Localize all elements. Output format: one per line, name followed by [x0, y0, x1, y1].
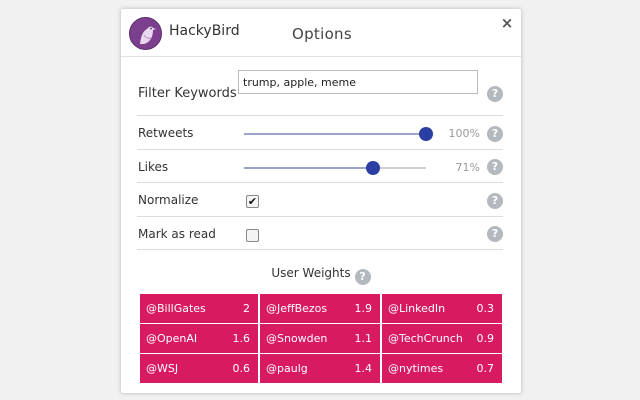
mark-as-read-row: Mark as read ?: [137, 217, 503, 250]
user-handle: @TechCrunch: [388, 332, 463, 345]
normalize-row: Normalize ✔ ?: [137, 183, 503, 217]
user-weight-cell[interactable]: @WSJ 0.6: [140, 354, 258, 383]
mark-as-read-checkbox[interactable]: [246, 229, 259, 242]
retweets-slider[interactable]: [244, 127, 433, 141]
user-weight-value: 0.3: [476, 302, 495, 315]
dialog-header: HackyBird Options ×: [121, 9, 521, 57]
retweets-percent: 100%: [448, 127, 480, 140]
app-name: HackyBird: [169, 23, 240, 39]
user-weight-cell[interactable]: @JeffBezos 1.9: [260, 294, 380, 323]
user-weight-value: 1.6: [232, 332, 251, 345]
bird-icon: [129, 17, 162, 50]
user-weight-value: 0.7: [476, 362, 495, 375]
user-weight-value: 1.9: [354, 302, 373, 315]
user-handle: @nytimes: [388, 362, 444, 375]
user-weight-cell[interactable]: @OpenAI 1.6: [140, 324, 258, 353]
retweets-label: Retweets: [138, 126, 194, 140]
help-icon[interactable]: ?: [487, 126, 503, 142]
help-icon[interactable]: ?: [487, 193, 503, 209]
user-weight-cell[interactable]: @paulg 1.4: [260, 354, 380, 383]
retweets-slider-thumb[interactable]: [419, 127, 433, 141]
normalize-checkbox[interactable]: ✔: [246, 195, 259, 208]
help-icon[interactable]: ?: [487, 159, 503, 175]
user-weights-title: User Weights: [271, 266, 351, 280]
user-handle: @paulg: [266, 362, 308, 375]
retweets-row: Retweets 100% ?: [137, 116, 503, 150]
help-icon[interactable]: ?: [354, 269, 371, 285]
dialog-title: Options: [292, 25, 352, 43]
close-icon[interactable]: ×: [498, 13, 516, 33]
filter-keywords-input[interactable]: [238, 70, 478, 94]
user-handle: @LinkedIn: [388, 302, 446, 315]
user-weight-value: 1.1: [354, 332, 373, 345]
user-handle: @WSJ: [146, 362, 179, 375]
help-icon[interactable]: ?: [487, 226, 503, 242]
filter-keywords-row: Filter Keywords ?: [137, 57, 503, 116]
user-weights-heading: User Weights?: [121, 266, 521, 285]
likes-percent: 71%: [455, 161, 480, 174]
help-icon[interactable]: ?: [487, 86, 503, 102]
user-weight-cell[interactable]: @BillGates 2: [140, 294, 258, 323]
user-weight-cell[interactable]: @LinkedIn 0.3: [382, 294, 502, 323]
user-weight-cell[interactable]: @Snowden 1.1: [260, 324, 380, 353]
user-weight-cell[interactable]: @TechCrunch 0.9: [382, 324, 502, 353]
likes-slider[interactable]: [244, 161, 426, 175]
user-weight-value: 0.6: [232, 362, 251, 375]
retweets-slider-fill: [244, 133, 426, 135]
user-weights-grid: @BillGates 2 @JeffBezos 1.9 @LinkedIn 0.…: [140, 294, 502, 383]
user-handle: @OpenAI: [146, 332, 198, 345]
likes-row: Likes 71% ?: [137, 150, 503, 183]
normalize-label: Normalize: [138, 193, 199, 207]
filter-keywords-label: Filter Keywords: [138, 86, 237, 101]
user-weight-value: 1.4: [354, 362, 373, 375]
likes-label: Likes: [138, 160, 169, 174]
options-dialog: HackyBird Options × Filter Keywords ? Re…: [121, 9, 521, 393]
likes-slider-thumb[interactable]: [366, 161, 381, 175]
user-weight-value: 2: [243, 302, 250, 315]
mark-as-read-label: Mark as read: [138, 227, 216, 241]
user-handle: @Snowden: [266, 332, 328, 345]
user-handle: @BillGates: [146, 302, 206, 315]
user-handle: @JeffBezos: [266, 302, 328, 315]
likes-slider-fill: [244, 167, 374, 169]
user-weight-value: 0.9: [476, 332, 495, 345]
user-weight-cell[interactable]: @nytimes 0.7: [382, 354, 502, 383]
